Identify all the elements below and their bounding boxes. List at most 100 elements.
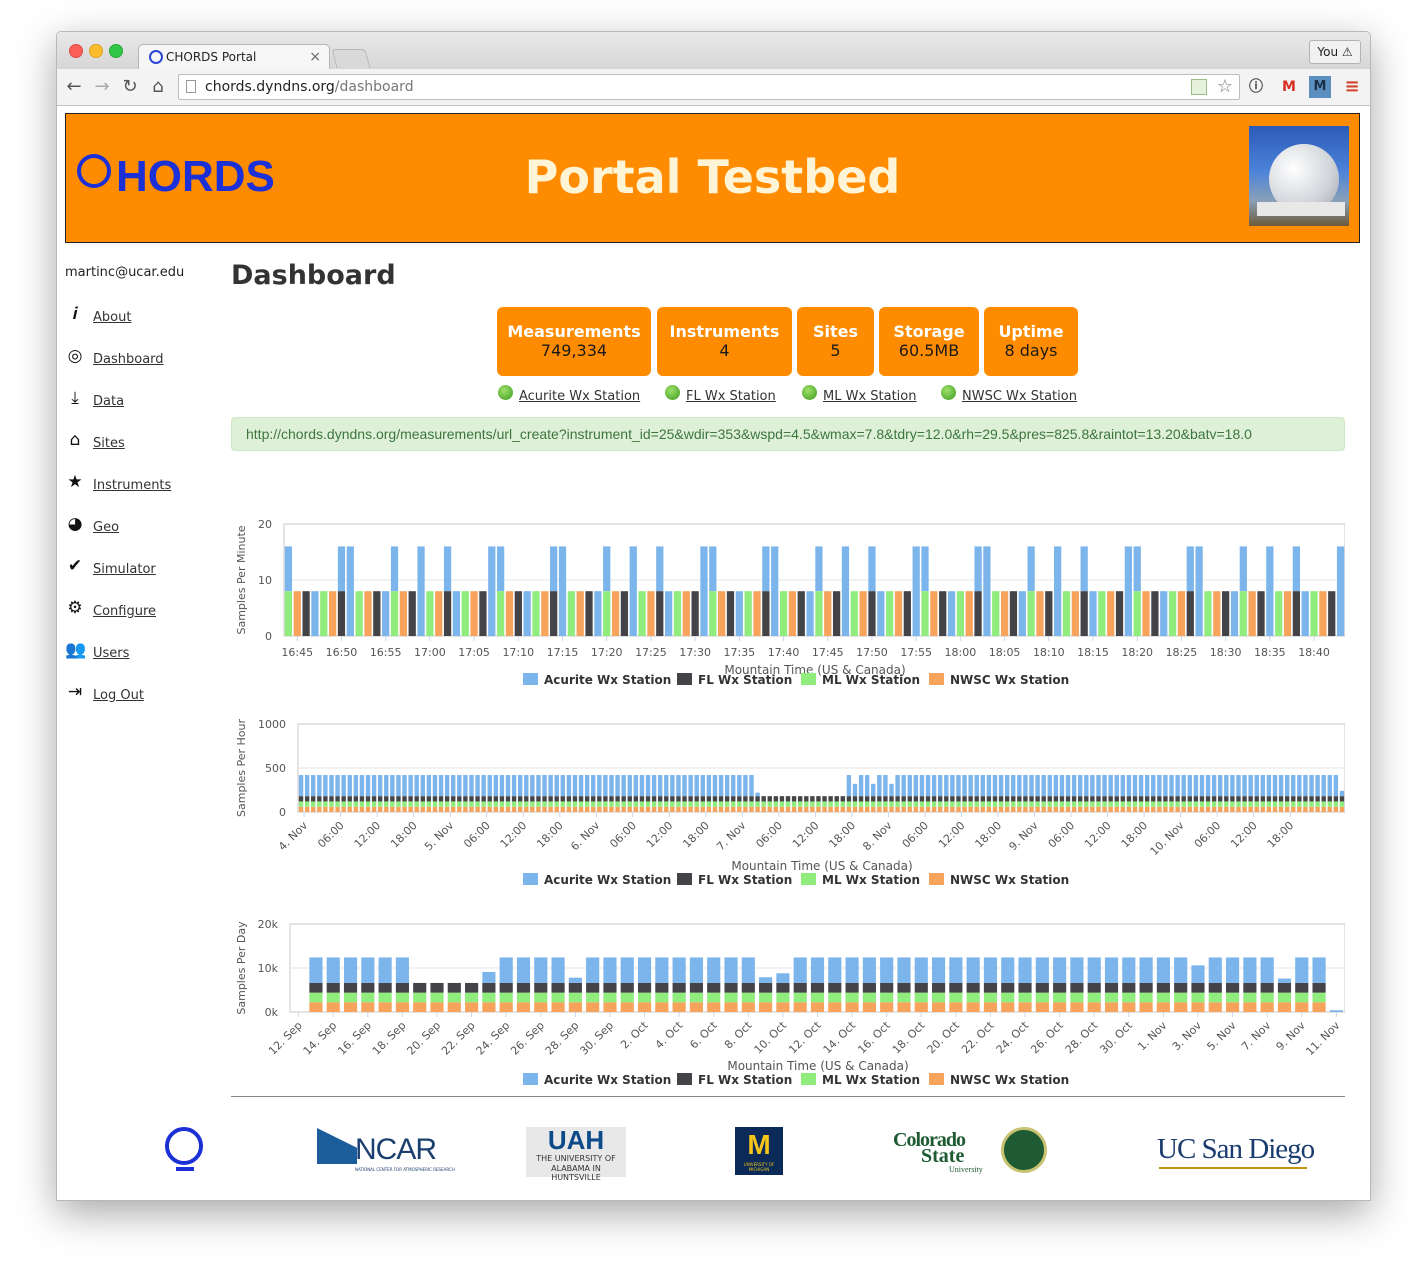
bar: [1144, 801, 1150, 807]
station-name[interactable]: FL Wx Station: [686, 389, 776, 404]
zoom-window-button[interactable]: [109, 44, 123, 58]
uah-logo[interactable]: UAH THE UNIVERSITY OF ALABAMA IN HUNTSVILL…: [526, 1121, 626, 1182]
extension-info-icon[interactable]: ⓘ: [1245, 76, 1267, 98]
sidebar-item-label[interactable]: Simulator: [93, 562, 156, 577]
legend-item[interactable]: Acurite Wx Station: [523, 1073, 671, 1087]
legend-item[interactable]: FL Wx Station: [677, 1073, 792, 1087]
bar: [548, 806, 553, 812]
bar: [378, 982, 392, 993]
bar: [731, 806, 736, 812]
bar: [1126, 796, 1132, 802]
michigan-m: M: [747, 1129, 771, 1160]
bar: [337, 546, 346, 592]
bar: [1254, 806, 1259, 812]
bar: [284, 591, 293, 636]
sidebar-item-label[interactable]: Configure: [93, 604, 156, 619]
menu-icon[interactable]: ≡: [1341, 76, 1363, 98]
close-tab-icon[interactable]: ×: [309, 45, 321, 70]
x-tick-label: 8. Nov: [860, 819, 895, 854]
sidebar-item-label[interactable]: Users: [93, 646, 129, 661]
bar: [365, 775, 371, 797]
bar: [444, 801, 450, 807]
bar: [968, 796, 973, 802]
x-tick-label: 12:00: [352, 819, 384, 851]
bar: [1266, 801, 1272, 807]
sidebar-item-label[interactable]: Sites: [93, 436, 125, 451]
ucsd-logo[interactable]: UC San Diego: [1157, 1121, 1315, 1177]
bar: [408, 775, 413, 797]
station-name[interactable]: Acurite Wx Station: [519, 389, 640, 404]
bar: [651, 806, 657, 812]
station-name[interactable]: ML Wx Station: [823, 389, 917, 404]
legend-item[interactable]: NWSC Wx Station: [929, 873, 1069, 887]
bar: [919, 775, 925, 797]
sidebar-item-label[interactable]: Data: [93, 394, 124, 409]
gmail-icon[interactable]: M: [1278, 76, 1300, 98]
bar: [749, 806, 754, 812]
minimize-window-button[interactable]: [89, 44, 103, 58]
bar: [524, 775, 529, 797]
bar: [1260, 796, 1266, 802]
legend-item[interactable]: FL Wx Station: [677, 673, 792, 687]
x-tick-label: 16:50: [326, 646, 358, 659]
legend-item[interactable]: ML Wx Station: [801, 873, 920, 887]
legend-label: ML Wx Station: [822, 1073, 920, 1087]
bar: [718, 806, 724, 812]
bar: [871, 796, 876, 802]
bar: [776, 973, 790, 983]
close-window-button[interactable]: [69, 44, 83, 58]
forward-icon[interactable]: →: [90, 75, 114, 99]
legend-item[interactable]: FL Wx Station: [677, 873, 792, 887]
bar: [1054, 546, 1062, 636]
ncar-logo[interactable]: NCAR NATIONAL CENTER FOR ATMOSPHERIC RESE…: [317, 1121, 455, 1177]
address-bar[interactable]: chords.dyndns.org/dashboard ☆: [178, 74, 1240, 100]
bar: [925, 801, 931, 807]
michigan-logo[interactable]: M UNIVERSITY OF MICHIGAN: [735, 1121, 783, 1177]
bar: [361, 992, 375, 1003]
bar: [755, 801, 760, 807]
bar: [1224, 775, 1229, 797]
bar: [329, 775, 334, 797]
chords-globe-logo[interactable]: [162, 1121, 208, 1177]
sidebar-item-label[interactable]: Log Out: [93, 688, 144, 703]
bar: [655, 957, 669, 983]
bar: [664, 806, 669, 812]
bar: [810, 992, 825, 1003]
bar: [627, 806, 632, 812]
browser-tab[interactable]: CHORDS Portal ×: [138, 44, 330, 70]
bar: [749, 775, 754, 797]
bar: [868, 591, 876, 636]
bar: [390, 591, 399, 636]
sidebar-item-label[interactable]: Instruments: [93, 478, 171, 493]
rss-icon[interactable]: [1191, 79, 1207, 95]
bar: [1309, 775, 1314, 797]
home-icon[interactable]: ⌂: [146, 75, 170, 99]
new-tab-button[interactable]: [331, 49, 371, 68]
sidebar-item-label[interactable]: About: [93, 310, 131, 325]
bar: [1108, 796, 1113, 802]
extension-m-icon[interactable]: M: [1309, 76, 1331, 98]
legend-item[interactable]: ML Wx Station: [801, 1073, 920, 1087]
profile-button[interactable]: You ⚠: [1309, 40, 1361, 64]
station-name[interactable]: NWSC Wx Station: [962, 389, 1077, 404]
bar: [505, 775, 511, 797]
bar: [620, 982, 634, 993]
sidebar-item-label[interactable]: Dashboard: [93, 352, 164, 367]
legend-item[interactable]: Acurite Wx Station: [523, 873, 671, 887]
bookmark-star-icon[interactable]: ☆: [1217, 75, 1233, 99]
x-tick-label: 8. Oct: [722, 1018, 755, 1051]
bar: [1078, 806, 1083, 812]
bar: [846, 806, 852, 812]
legend-item[interactable]: Acurite Wx Station: [523, 673, 671, 687]
legend-item[interactable]: NWSC Wx Station: [929, 1073, 1069, 1087]
reload-icon[interactable]: ↻: [118, 75, 142, 99]
sidebar-item-label[interactable]: Geo: [93, 520, 119, 535]
bar: [541, 591, 549, 636]
bar: [691, 591, 699, 636]
x-tick-label: 17:35: [723, 646, 755, 659]
bar: [551, 957, 565, 983]
back-icon[interactable]: ←: [62, 75, 86, 99]
csu-logo[interactable]: Colorado State University: [893, 1121, 1048, 1177]
bar: [998, 801, 1004, 807]
legend-item[interactable]: NWSC Wx Station: [929, 673, 1069, 687]
